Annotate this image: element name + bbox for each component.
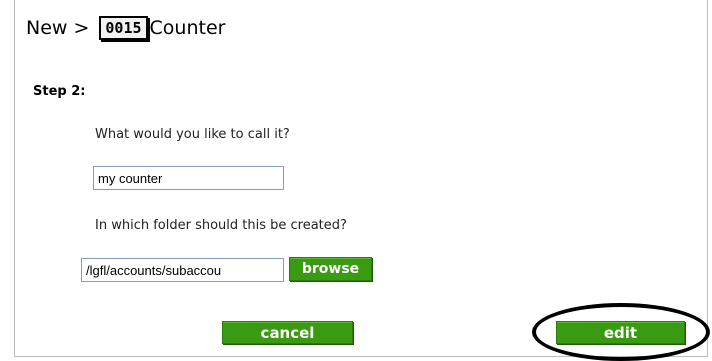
- folder-question: In which folder should this be created?: [95, 218, 347, 233]
- page-header: New > 0015 Counter: [26, 14, 225, 42]
- browse-button[interactable]: browse: [289, 257, 372, 281]
- edit-button[interactable]: edit: [556, 321, 685, 344]
- counter-badge: 0015: [99, 16, 148, 40]
- step-label: Step 2:: [33, 84, 86, 99]
- breadcrumb-new: New >: [26, 17, 90, 39]
- folder-input[interactable]: [81, 258, 284, 282]
- cancel-button[interactable]: cancel: [222, 321, 353, 344]
- name-question: What would you like to call it?: [95, 127, 290, 142]
- page-title: Counter: [149, 17, 226, 39]
- name-input[interactable]: [93, 166, 284, 190]
